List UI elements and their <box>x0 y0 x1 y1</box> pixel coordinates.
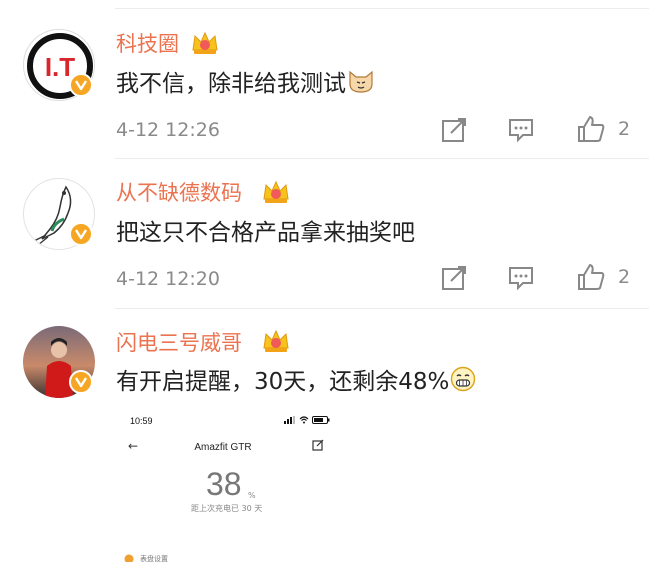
repost-button[interactable] <box>440 264 468 292</box>
comment-button[interactable] <box>507 264 535 292</box>
comment-icon <box>509 119 533 143</box>
crown-badge-icon <box>263 329 289 352</box>
comment-icon <box>509 267 533 291</box>
comment-item: I.T 科技圈 我不信，除非给我测试 4-12 12:26 2 <box>0 0 649 158</box>
watchface-icon <box>124 554 134 562</box>
battery-percent-value: 38 <box>206 466 242 502</box>
comment-text-content: 有开启提醒，30天，还剩余48% <box>116 369 450 395</box>
comment-text: 把这只不合格产品拿来抽奖吧 <box>116 220 415 246</box>
status-bar-time: 10:59 <box>130 416 153 426</box>
device-title: Amazfit GTR <box>194 442 252 453</box>
verified-v-icon <box>69 222 93 246</box>
like-icon <box>578 264 605 290</box>
like-button[interactable]: 2 <box>576 114 630 144</box>
verified-v-icon <box>69 73 93 97</box>
username[interactable]: 闪电三号威哥 <box>116 330 242 356</box>
grin-emoji-icon <box>451 366 476 392</box>
verified-v-icon <box>69 370 93 394</box>
comment-image[interactable]: 10:59 ← Amazfit GTR 38 % 距上次充电已 30 天 表盘设… <box>118 408 338 562</box>
repost-icon <box>442 118 466 142</box>
like-icon <box>578 116 605 142</box>
crown-badge-icon <box>192 31 218 54</box>
comment-item: 从不缺德数码 把这只不合格产品拿来抽奖吧 4-12 12:20 2 <box>0 158 649 308</box>
username[interactable]: 科技圈 <box>116 31 179 57</box>
wifi-icon <box>299 416 309 424</box>
battery-icon <box>312 416 330 424</box>
username[interactable]: 从不缺德数码 <box>116 180 242 206</box>
comment-item: 闪电三号威哥 有开启提醒，30天，还剩余48% 10:59 ← Amazfit … <box>0 308 649 562</box>
signal-icon <box>284 416 295 424</box>
comment-text: 有开启提醒，30天，还剩余48% <box>116 366 476 397</box>
settings-row-label: 表盘设置 <box>140 555 168 562</box>
settings-row[interactable]: 表盘设置 <box>124 554 168 562</box>
repost-button[interactable] <box>440 116 468 144</box>
timestamp: 4-12 12:26 <box>116 119 220 141</box>
timestamp: 4-12 12:20 <box>116 268 220 290</box>
edit-icon[interactable] <box>312 439 324 451</box>
days-since-charge: 距上次充电已 30 天 <box>191 504 263 513</box>
repost-icon <box>442 266 466 290</box>
status-bar-icons <box>284 416 330 424</box>
comment-text: 我不信，除非给我测试 <box>116 68 375 99</box>
comment-text-content: 我不信，除非给我测试 <box>116 71 346 97</box>
like-count: 2 <box>618 118 631 140</box>
like-count: 2 <box>618 266 631 288</box>
battery-percent-unit: % <box>248 491 256 500</box>
crown-badge-icon <box>263 180 289 203</box>
cat-emoji-icon <box>349 70 373 93</box>
comment-button[interactable] <box>507 116 535 144</box>
like-button[interactable]: 2 <box>576 262 630 292</box>
